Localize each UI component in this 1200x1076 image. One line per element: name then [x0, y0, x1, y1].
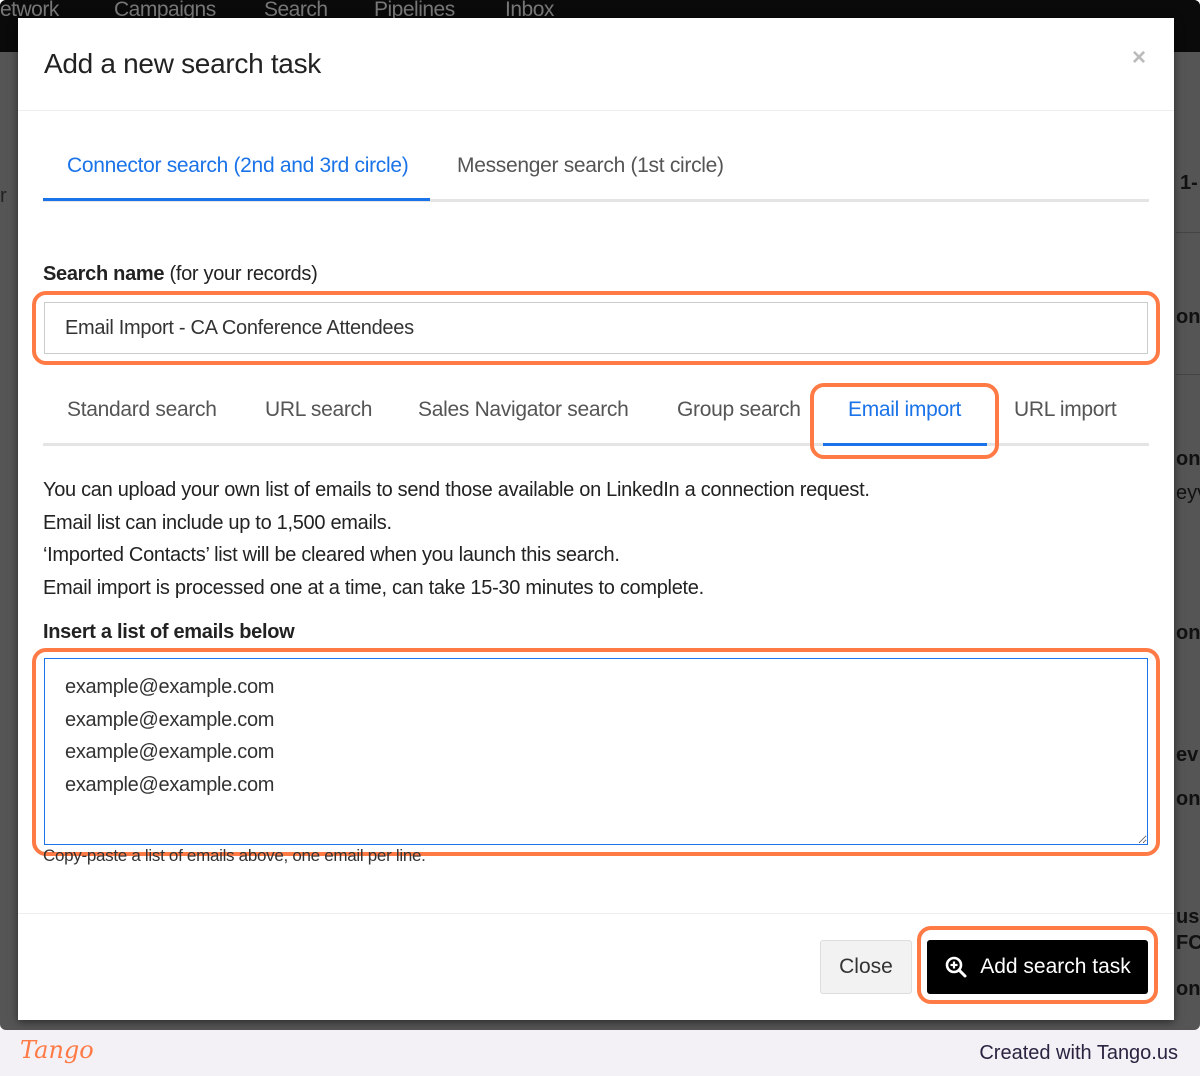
emails-help-text: Copy-paste a list of emails above, one e…	[43, 846, 426, 865]
subtab-group-search[interactable]: Group search	[677, 398, 801, 422]
close-icon[interactable]: ×	[1132, 44, 1146, 72]
tango-logo: Tango	[20, 1036, 94, 1064]
info-line: ‘Imported Contacts’ list will be cleared…	[43, 544, 620, 566]
info-line: Email import is processed one at a time,…	[43, 576, 704, 599]
subtab-url-import[interactable]: URL import	[1014, 398, 1117, 422]
bg-fragment: FC	[1176, 932, 1200, 954]
subtab-sales-navigator-search[interactable]: Sales Navigator search	[418, 398, 629, 422]
divider	[18, 913, 1174, 914]
bg-fragment: onr	[1176, 622, 1200, 644]
bg-fragment: onr	[1176, 448, 1200, 470]
tab-connector-search[interactable]: Connector search (2nd and 3rd circle)	[67, 154, 409, 178]
active-tab-indicator	[43, 198, 430, 201]
add-search-task-modal: Add a new search task × Connector search…	[18, 18, 1174, 1020]
email-import-info: You can upload your own list of emails t…	[43, 474, 870, 604]
add-search-task-label: Add search task	[980, 955, 1131, 978]
info-line: You can upload your own list of emails t…	[43, 479, 870, 501]
close-button[interactable]: Close	[820, 940, 912, 994]
subtab-email-import[interactable]: Email import	[848, 398, 961, 422]
tango-credit[interactable]: Created with Tango.us	[979, 1042, 1178, 1065]
bg-fragment: onr	[1176, 788, 1200, 810]
bg-fragment: 1-	[1180, 172, 1198, 194]
subtab-standard-search[interactable]: Standard search	[67, 398, 217, 422]
bg-fragment: eyv	[1176, 482, 1200, 504]
tango-footer: Tango Created with Tango.us	[0, 1030, 1200, 1076]
emails-label: Insert a list of emails below	[43, 621, 295, 643]
search-name-label: Search name (for your records)	[43, 263, 318, 285]
bg-fragment: on	[1176, 306, 1200, 328]
search-plus-icon	[945, 956, 967, 978]
bg-fragment: onr	[1176, 978, 1200, 1000]
tab-messenger-search[interactable]: Messenger search (1st circle)	[457, 154, 724, 178]
modal-title: Add a new search task	[44, 48, 321, 79]
search-type-tabs: Connector search (2nd and 3rd circle) Me…	[43, 148, 1149, 202]
emails-textarea[interactable]: example@example.com example@example.com …	[44, 658, 1148, 845]
bg-fragment: us	[1176, 906, 1200, 928]
search-method-tabs: Standard search URL search Sales Navigat…	[43, 390, 1149, 446]
search-name-input[interactable]	[44, 302, 1148, 354]
info-line: Email list can include up to 1,500 email…	[43, 511, 392, 534]
bg-fragment: ev	[1176, 744, 1199, 766]
divider	[18, 110, 1174, 111]
bg-fragment: r	[0, 185, 7, 207]
active-subtab-indicator	[823, 443, 987, 446]
subtab-url-search[interactable]: URL search	[265, 398, 372, 422]
add-search-task-button[interactable]: Add search task	[927, 940, 1148, 994]
